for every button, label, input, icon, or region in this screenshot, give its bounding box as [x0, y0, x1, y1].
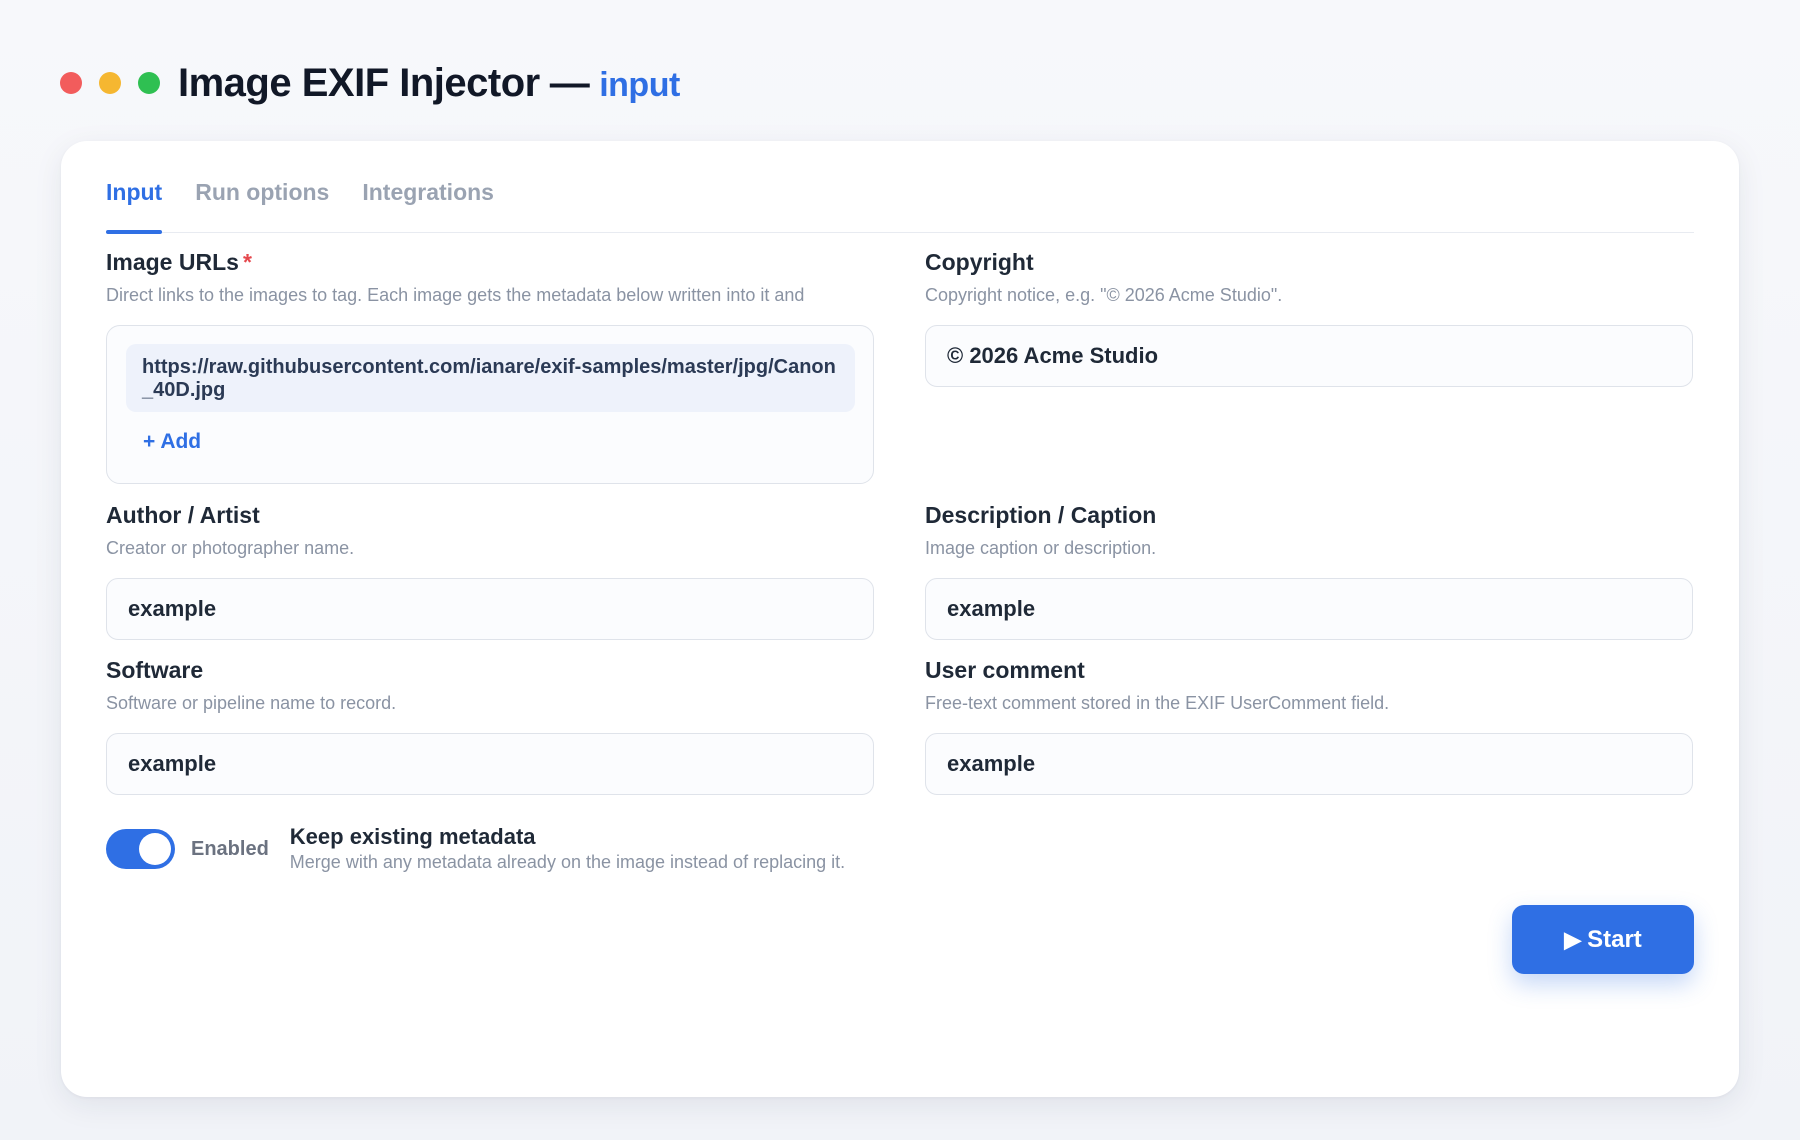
description-help: Image caption or description.: [925, 538, 1157, 558]
minimize-window-dot[interactable]: [99, 72, 121, 94]
image-urls-label: Image URLs *: [106, 249, 874, 279]
user-comment-label: User comment: [925, 657, 1085, 683]
user-comment-input[interactable]: [925, 733, 1693, 795]
description-input[interactable]: [925, 578, 1693, 640]
toggle-knob: [139, 833, 171, 865]
software-field: Software Software or pipeline name to re…: [106, 657, 874, 795]
author-help: Creator or photographer name.: [106, 538, 355, 558]
image-url-item[interactable]: https://raw.githubusercontent.com/ianare…: [126, 344, 855, 412]
keep-metadata-toggle[interactable]: [106, 829, 175, 869]
author-field: Author / Artist Creator or photographer …: [106, 502, 874, 640]
page-subtitle: input: [599, 65, 680, 104]
required-marker: *: [242, 249, 252, 275]
software-input[interactable]: [106, 733, 874, 795]
input-form-card: Input Run options Integrations Image URL…: [61, 141, 1739, 1097]
keep-metadata-help: Merge with any metadata already on the i…: [289, 852, 846, 872]
image-urls-list: https://raw.githubusercontent.com/ianare…: [106, 325, 874, 484]
toggle-state-label: Enabled: [191, 838, 269, 860]
title-separator: —: [549, 60, 590, 105]
add-url-button[interactable]: + Add: [143, 430, 201, 454]
image-urls-field: Image URLs * Direct links to the images t…: [106, 249, 874, 484]
software-label: Software: [106, 657, 204, 683]
image-urls-help: Direct links to the images to tag. Each …: [106, 285, 805, 305]
app-title: Image EXIF Injector: [178, 60, 540, 105]
description-label: Description / Caption: [925, 502, 1157, 528]
keep-metadata-title: Keep existing metadata: [289, 824, 536, 849]
copyright-help: Copyright notice, e.g. "© 2026 Acme Stud…: [925, 285, 1283, 305]
start-button-label: Start: [1587, 925, 1642, 953]
copyright-label: Copyright: [925, 249, 1034, 275]
tab-bar: Input Run options Integrations: [106, 177, 1694, 234]
keep-metadata-text: Keep existing metadata Merge with any me…: [290, 824, 845, 873]
title-bar: Image EXIF Injector — input: [60, 58, 680, 108]
image-urls-label-text: Image URLs: [106, 249, 239, 275]
copyright-input[interactable]: [925, 325, 1693, 387]
copyright-field: Copyright Copyright notice, e.g. "© 2026…: [925, 249, 1693, 387]
tab-integrations[interactable]: Integrations: [362, 177, 494, 233]
start-button[interactable]: ▶ Start: [1512, 905, 1694, 974]
tab-input[interactable]: Input: [106, 177, 163, 234]
keep-metadata-row: Enabled Keep existing metadata Merge wit…: [106, 824, 845, 884]
software-help: Software or pipeline name to record.: [106, 693, 397, 713]
description-field: Description / Caption Image caption or d…: [925, 502, 1693, 640]
play-icon: ▶: [1564, 926, 1582, 952]
user-comment-field: User comment Free-text comment stored in…: [925, 657, 1693, 795]
page-title: Image EXIF Injector — input: [178, 61, 680, 106]
user-comment-help: Free-text comment stored in the EXIF Use…: [925, 693, 1390, 713]
author-label: Author / Artist: [106, 502, 260, 528]
maximize-window-dot[interactable]: [138, 72, 160, 94]
close-window-dot[interactable]: [60, 72, 82, 94]
tab-run-options[interactable]: Run options: [195, 177, 329, 233]
author-input[interactable]: [106, 578, 874, 640]
